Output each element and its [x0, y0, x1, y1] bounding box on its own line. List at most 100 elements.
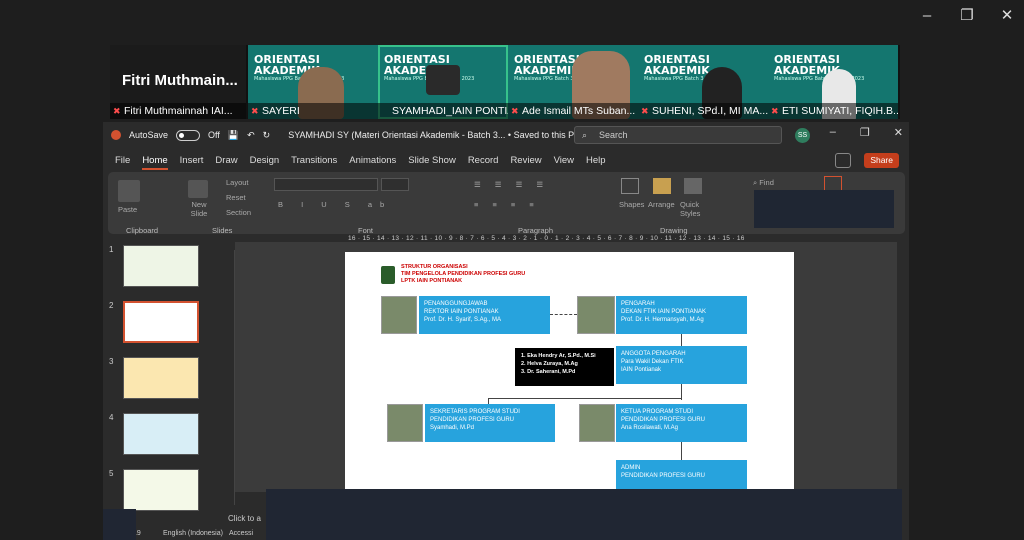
self-label: ✖ Fitri Muthmainnah IAI... [110, 103, 246, 119]
mic-muted-icon: ✖ [641, 106, 649, 116]
slide-thumbnail-2[interactable] [123, 301, 199, 343]
participant-label: ✖ SUHENI, SPd.I, MI MA... [638, 103, 768, 119]
new-slide-icon[interactable] [188, 180, 208, 198]
font-size-input[interactable] [381, 178, 409, 191]
connector [488, 398, 682, 399]
dark-overlay [266, 489, 902, 540]
close-icon[interactable]: ✕ [894, 126, 903, 139]
close-icon[interactable]: ✕ [998, 6, 1016, 24]
window-controls: – ❐ ✕ [918, 6, 1016, 25]
document-title[interactable]: SYAMHADI SY (Materi Orientasi Akademik -… [288, 130, 590, 141]
group-paragraph: Paragraph [518, 226, 554, 235]
menu-design[interactable]: Design [250, 152, 280, 170]
paste-icon[interactable] [118, 180, 140, 202]
participant-tile[interactable]: ORIENTASI AKADEMIKMahasiswa PPG Batch 3 … [638, 45, 768, 119]
layout-button[interactable]: Layout [226, 178, 249, 187]
menu-draw[interactable]: Draw [215, 152, 237, 170]
find-button[interactable]: ⌕ Find [753, 178, 774, 188]
menu-help[interactable]: Help [586, 152, 606, 170]
arrange-label: Arrange [648, 200, 675, 209]
autosave-label: AutoSave [129, 130, 169, 140]
menu-review[interactable]: Review [510, 152, 541, 170]
autosave-toggle[interactable] [176, 129, 201, 141]
arrange-icon[interactable] [653, 178, 671, 194]
ppt-titlebar: AutoSave Off 💾 ↶ ↻ SYAMHADI SY (Materi O… [103, 122, 909, 148]
vertical-scrollbar[interactable] [900, 252, 906, 492]
slide-header: STRUKTUR ORGANISASI TIM PENGELOLA PENDID… [401, 264, 526, 284]
group-clipboard: Clipboard [126, 226, 159, 235]
undo-icon[interactable]: ↶ [247, 130, 255, 141]
menu-file[interactable]: File [115, 152, 130, 170]
powerpoint-window: AutoSave Off 💾 ↶ ↻ SYAMHADI SY (Materi O… [103, 122, 909, 540]
menu-bar: File Home Insert Draw Design Transitions… [103, 152, 909, 170]
slide-thumbnail-1[interactable] [123, 245, 199, 287]
new-slide-label: New Slide [190, 200, 208, 218]
comment-icon[interactable] [835, 153, 851, 168]
mic-muted-icon: ✖ [771, 106, 779, 116]
photo-ketua [579, 404, 615, 442]
slide-thumbnail-3[interactable] [123, 357, 199, 399]
font-family-input[interactable] [274, 178, 378, 191]
slide-thumbnail-4[interactable] [123, 413, 199, 455]
self-label-text: Fitri Muthmainnah IAI... [124, 105, 233, 117]
reset-button[interactable]: Reset [226, 193, 246, 202]
camera-off-icon [426, 65, 460, 95]
paste-label: Paste [118, 205, 138, 214]
restore-icon[interactable]: ❐ [958, 6, 976, 24]
participant-tile[interactable]: ORIENTASI AKADEMIKMahasiswa PPG Batch 3 … [768, 45, 898, 119]
save-icon[interactable]: 💾 [228, 130, 239, 141]
status-accessibility[interactable]: Accessi [229, 530, 253, 537]
quick-styles-icon[interactable] [684, 178, 702, 194]
search-placeholder: Search [599, 130, 628, 140]
paragraph-buttons[interactable]: ☰ ☰ ☰ ☰ [474, 180, 549, 189]
self-name: Fitri Muthmain... [122, 72, 238, 89]
redacted-region [754, 190, 894, 228]
find-label: Find [759, 178, 774, 187]
share-button[interactable]: Share [864, 153, 899, 168]
menu-animations[interactable]: Animations [349, 152, 396, 170]
menu-record[interactable]: Record [468, 152, 499, 170]
slide-thumbnail-5[interactable] [123, 469, 199, 511]
search-icon: ⌕ [582, 130, 588, 140]
participant-tile[interactable]: ORIENTASI AKADEMIKMahasiswa PPG Batch 3 … [508, 45, 638, 119]
institution-logo [381, 266, 395, 284]
participant-tile-active[interactable]: ORIENTASI AKADEMIKMahasiswa PPG Batch 3 … [378, 45, 508, 119]
group-font: Font [358, 226, 374, 235]
status-language[interactable]: English (Indonesia) [163, 530, 223, 537]
menu-home[interactable]: Home [142, 152, 168, 170]
participant-label: ✖ SAYERI [248, 103, 378, 119]
shapes-icon[interactable] [621, 178, 639, 194]
menu-insert[interactable]: Insert [180, 152, 204, 170]
thumb-number: 4 [109, 413, 114, 422]
search-input[interactable]: ⌕ Search [574, 126, 782, 144]
restore-icon[interactable]: ❐ [860, 126, 870, 139]
participant-label: ✖ Ade Ismail MTs Suban... [508, 103, 638, 119]
mic-muted-icon: ✖ [511, 106, 519, 116]
box-admin: ADMIN PENDIDIKAN PROFESI GURU [616, 460, 747, 490]
minimize-icon[interactable]: – [830, 126, 836, 139]
slide[interactable]: STRUKTUR ORGANISASI TIM PENGELOLA PENDID… [345, 252, 794, 490]
font-format-buttons[interactable]: B I U S ab [278, 200, 392, 209]
minimize-icon[interactable]: – [918, 6, 936, 24]
box-pengarah: PENGARAH DEKAN FTIK IAIN PONTIANAK Prof. D… [616, 296, 747, 334]
group-slides: Slides [212, 226, 233, 235]
photo-rektor [381, 296, 417, 334]
box-ketua: KETUA PROGRAM STUDI PENDIDIKAN PROFESI GU… [616, 404, 747, 442]
mic-muted-icon: ✖ [113, 106, 121, 116]
notes-placeholder[interactable]: Click to a [228, 514, 268, 526]
thumb-number: 1 [109, 245, 114, 254]
box-anggota-pengarah: ANGGOTA PENGARAH Para Wakil Dekan FTIK IAI… [616, 346, 747, 384]
thumb-number: 3 [109, 357, 114, 366]
menu-view[interactable]: View [554, 152, 574, 170]
menu-slide-show[interactable]: Slide Show [408, 152, 456, 170]
section-button[interactable]: Section [226, 208, 251, 217]
redo-icon[interactable]: ↻ [263, 130, 271, 141]
photo-sekretaris [387, 404, 423, 442]
menu-transitions[interactable]: Transitions [291, 152, 337, 170]
participant-tile[interactable]: ORIENTASI AKADEMIKMahasiswa PPG Batch 3 … [248, 45, 378, 119]
avatar[interactable]: SS [795, 128, 810, 143]
box-sekretaris: SEKRETARIS PROGRAM STUDI PENDIDIKAN PROFE… [425, 404, 555, 442]
alignment-buttons[interactable]: ≡ ≡ ≡ ≡ [474, 200, 540, 209]
autosave-toggle-state: Off [208, 130, 220, 140]
mic-muted-icon: ✖ [251, 106, 259, 116]
